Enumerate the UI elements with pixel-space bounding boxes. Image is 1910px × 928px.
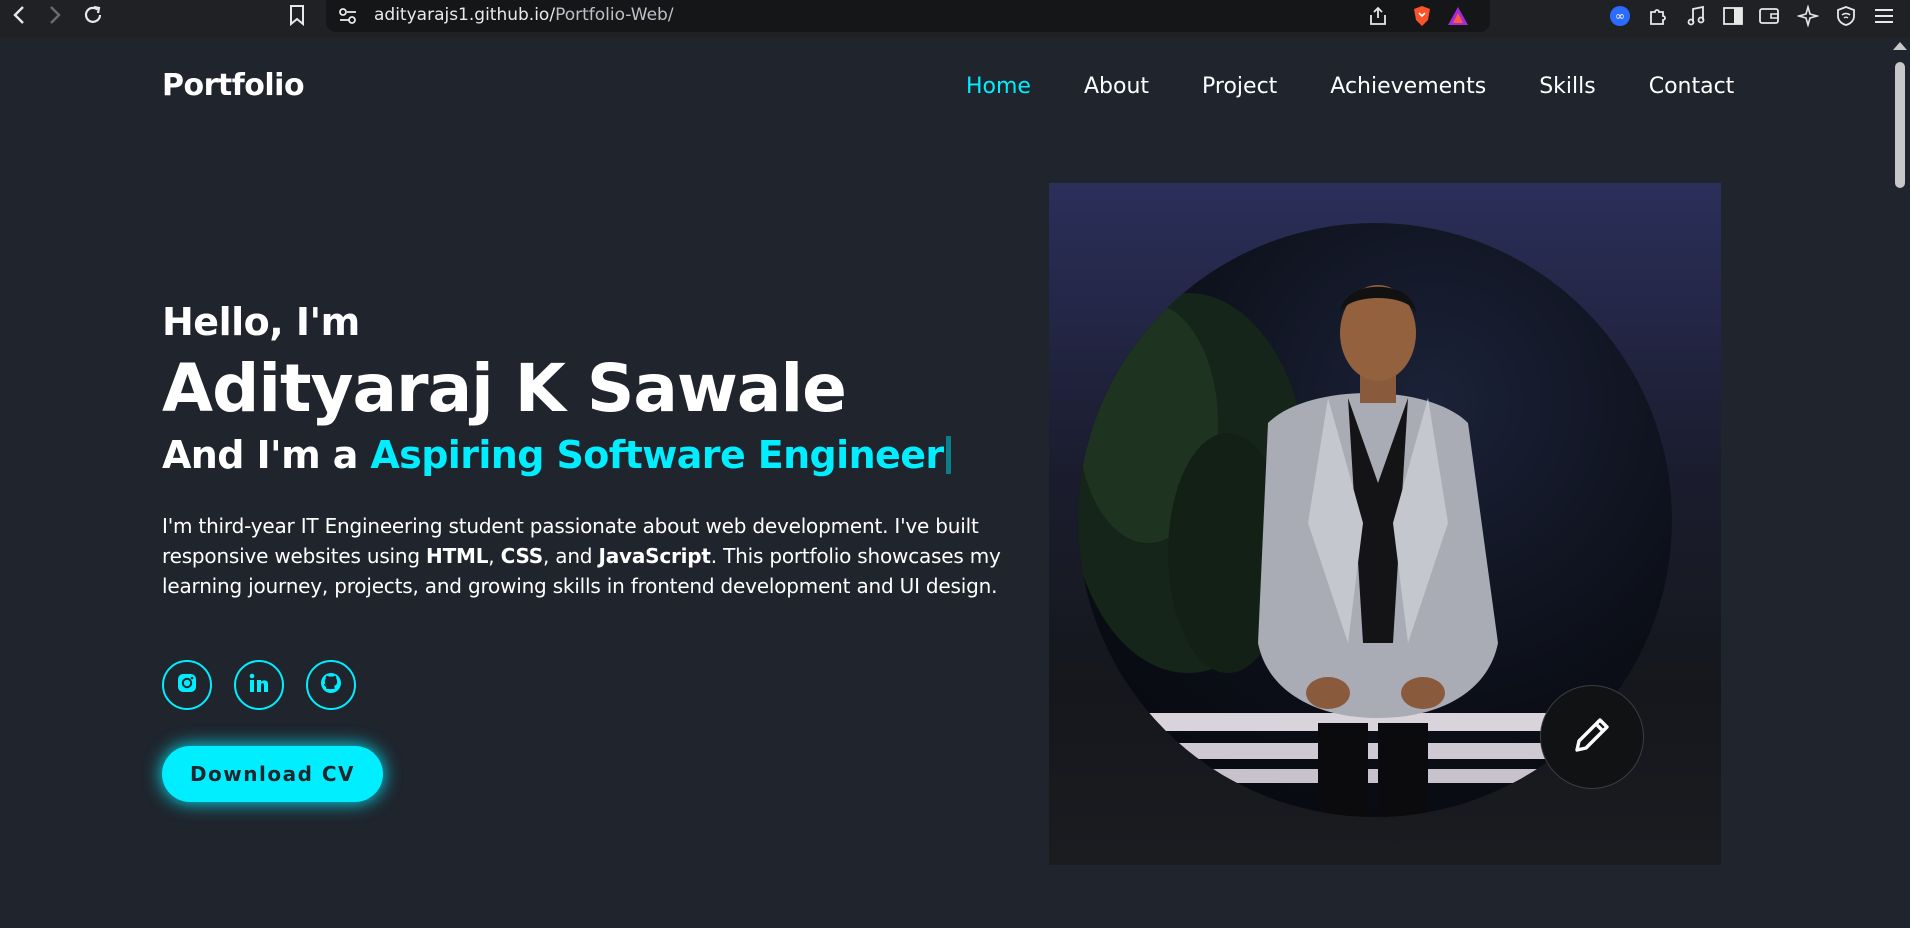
wallet-icon[interactable]	[1757, 4, 1781, 28]
role-prefix: And I'm a	[162, 433, 371, 477]
hero-bio: I'm third-year IT Engineering student pa…	[162, 511, 1022, 601]
url-path: Portfolio-Web/	[555, 5, 674, 25]
hero-role: And I'm a Aspiring Software Engineer	[162, 433, 1042, 477]
linkedin-icon	[248, 672, 270, 698]
nav-skills[interactable]: Skills	[1539, 74, 1596, 99]
pencil-icon	[1569, 712, 1615, 762]
brave-rewards-icon[interactable]	[1446, 4, 1470, 28]
reload-icon[interactable]	[80, 2, 106, 28]
menu-icon[interactable]	[1872, 4, 1896, 28]
nav-project[interactable]: Project	[1202, 74, 1277, 99]
bio-sep-2: , and	[542, 544, 599, 568]
role-accent: Aspiring Software Engineer	[370, 433, 944, 477]
hero-greeting: Hello, I'm	[162, 300, 360, 344]
github-link[interactable]	[306, 660, 356, 710]
bio-html: HTML	[426, 544, 489, 568]
typing-caret	[945, 436, 951, 474]
edit-photo-button[interactable]	[1540, 685, 1644, 789]
instagram-icon	[176, 672, 198, 698]
sidebar-icon[interactable]	[1721, 4, 1745, 28]
main-nav: Home About Project Achievements Skills C…	[966, 74, 1734, 99]
url-host: adityarajs1.github.io/	[374, 5, 556, 25]
download-cv-button[interactable]: Download CV	[162, 746, 383, 802]
browser-toolbar: adityarajs1.github.io/Portfolio-Web/ ∞	[0, 0, 1910, 38]
leo-ai-icon[interactable]	[1796, 4, 1820, 28]
bookmark-icon[interactable]	[284, 2, 310, 28]
vpn-shield-icon[interactable]	[1834, 4, 1858, 28]
extensions-puzzle-icon[interactable]	[1646, 4, 1670, 28]
bio-css: CSS	[500, 544, 544, 568]
bio-js: JavaScript	[598, 544, 711, 568]
bio-sep-1: ,	[488, 544, 501, 568]
forward-icon[interactable]	[42, 2, 68, 28]
hero-text: Hello, I'm Adityaraj K Sawale And I'm a …	[162, 300, 1042, 601]
social-links	[162, 660, 356, 710]
scroll-up-arrow[interactable]	[1893, 42, 1907, 50]
nav-achievements[interactable]: Achievements	[1330, 74, 1486, 99]
site-settings-icon[interactable]	[336, 4, 360, 28]
brave-shield-icon[interactable]	[1410, 4, 1434, 28]
scrollbar-thumb[interactable]	[1895, 62, 1905, 188]
back-icon[interactable]	[6, 2, 32, 28]
nav-about[interactable]: About	[1084, 74, 1149, 99]
instagram-link[interactable]	[162, 660, 212, 710]
address-bar[interactable]: adityarajs1.github.io/Portfolio-Web/	[326, 0, 1490, 32]
linkedin-link[interactable]	[234, 660, 284, 710]
nav-contact[interactable]: Contact	[1649, 74, 1735, 99]
github-icon	[320, 672, 342, 698]
site-logo[interactable]: Portfolio	[162, 68, 305, 103]
music-icon[interactable]	[1684, 4, 1708, 28]
url-text: adityarajs1.github.io/Portfolio-Web/	[374, 5, 674, 25]
extension-infinity-icon[interactable]: ∞	[1608, 4, 1632, 28]
svg-text:∞: ∞	[1615, 9, 1625, 23]
share-icon[interactable]	[1366, 4, 1390, 28]
nav-home[interactable]: Home	[966, 74, 1031, 99]
site-header: Portfolio Home About Project Achievement…	[0, 38, 1890, 138]
hero-name: Adityaraj K Sawale	[162, 350, 847, 427]
